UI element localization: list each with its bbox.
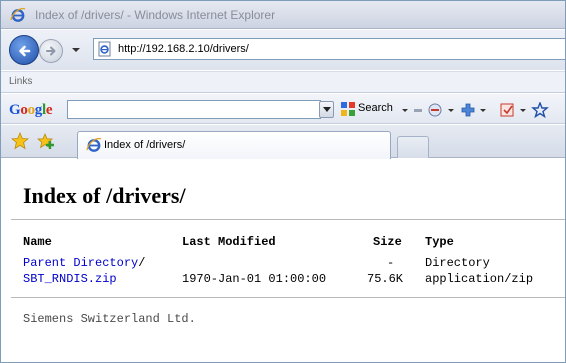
title-bar: Index of /drivers/ - Windows Internet Ex… xyxy=(1,1,565,29)
links-label[interactable]: Links xyxy=(9,76,32,87)
google-search-icon[interactable] xyxy=(340,101,356,117)
file-link-sbt-rndis[interactable]: SBT_RNDIS.zip xyxy=(23,272,117,286)
parent-directory-link[interactable]: Parent Directory xyxy=(23,256,138,270)
google-search-button[interactable]: Search xyxy=(358,102,393,114)
row-size: - xyxy=(387,256,395,270)
divider xyxy=(11,297,565,298)
links-bar: Links xyxy=(1,71,565,93)
table-row: Parent Directory/ xyxy=(23,256,145,270)
tab-bar: Index of /drivers/ xyxy=(1,125,565,159)
address-field[interactable]: http://192.168.2.10/drivers/ xyxy=(93,38,565,60)
column-header-size[interactable]: Size xyxy=(373,235,402,249)
bookmark-star-icon[interactable] xyxy=(531,102,549,118)
internet-explorer-icon xyxy=(86,137,102,152)
column-header-type[interactable]: Type xyxy=(425,235,454,249)
popup-blocker-icon[interactable] xyxy=(427,102,445,118)
window-title: Index of /drivers/ - Windows Internet Ex… xyxy=(35,8,276,22)
dropdown-arrow-icon[interactable] xyxy=(401,102,409,118)
arrow-left-icon xyxy=(19,45,31,57)
favorites-star-icon[interactable] xyxy=(11,132,29,150)
dropdown-arrow-icon[interactable] xyxy=(519,102,527,118)
browser-window: Index of /drivers/ - Windows Internet Ex… xyxy=(0,0,566,363)
table-row: SBT_RNDIS.zip xyxy=(23,272,117,286)
row-type: Directory xyxy=(425,256,490,270)
chevron-down-icon xyxy=(323,107,331,112)
add-favorite-icon[interactable] xyxy=(37,132,55,150)
page-icon xyxy=(98,41,111,57)
google-logo: Google xyxy=(9,102,53,118)
column-header-name[interactable]: Name xyxy=(23,235,52,249)
column-header-last-modified[interactable]: Last Modified xyxy=(182,235,276,249)
page-content: Index of /drivers/ Name Last Modified Si… xyxy=(1,159,565,362)
row-name-suffix: / xyxy=(138,256,146,270)
dropdown-arrow-icon[interactable] xyxy=(447,102,455,118)
tab-index-drivers[interactable]: Index of /drivers/ xyxy=(77,131,391,159)
forward-button[interactable] xyxy=(39,39,63,63)
new-tab-button[interactable] xyxy=(397,136,429,158)
row-type: application/zip xyxy=(425,272,534,286)
tab-label: Index of /drivers/ xyxy=(104,139,186,151)
back-button[interactable] xyxy=(9,35,39,65)
dropdown-arrow-icon[interactable] xyxy=(479,102,487,118)
navigation-toolbar: http://192.168.2.10/drivers/ xyxy=(1,30,565,70)
google-search-dropdown[interactable] xyxy=(319,101,334,118)
page-rank-icon xyxy=(414,109,422,112)
google-toolbar: Google Search xyxy=(1,94,565,124)
spellcheck-icon[interactable] xyxy=(499,102,517,118)
page-title: Index of /drivers/ xyxy=(23,183,186,208)
row-size: 75.6K xyxy=(367,272,404,286)
address-url: http://192.168.2.10/drivers/ xyxy=(118,43,249,55)
server-footer: Siemens Switzerland Ltd. xyxy=(23,312,196,326)
google-search-input[interactable] xyxy=(67,100,321,119)
divider xyxy=(11,219,565,220)
arrow-right-icon xyxy=(46,46,56,56)
internet-explorer-icon xyxy=(10,7,26,22)
row-last-modified: 1970-Jan-01 01:00:00 xyxy=(182,272,327,286)
add-button-icon[interactable] xyxy=(459,102,477,118)
recent-pages-dropdown-icon[interactable] xyxy=(69,43,83,57)
